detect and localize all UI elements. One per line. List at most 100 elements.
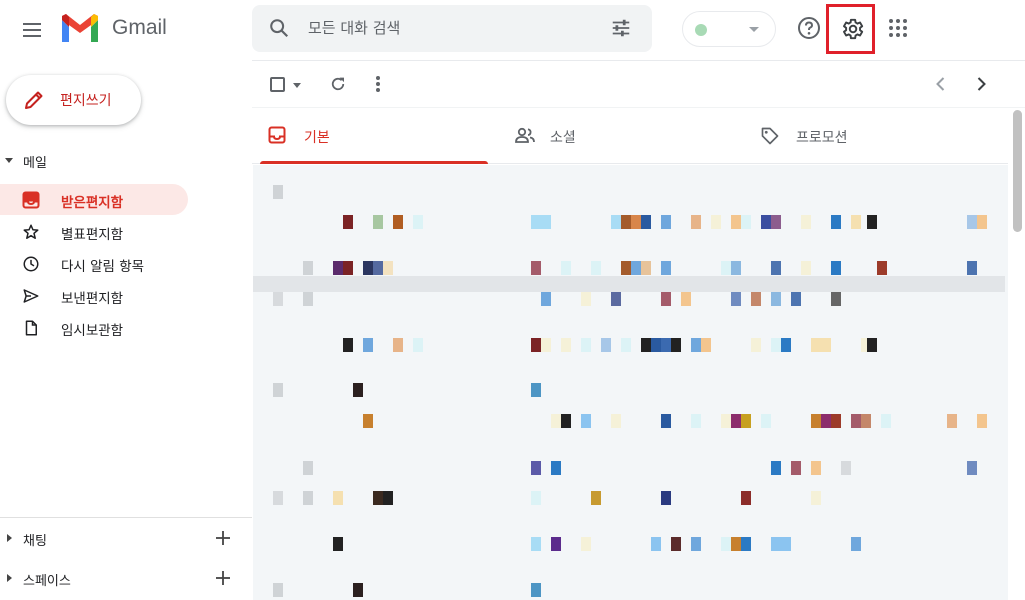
pixel-block (651, 537, 661, 551)
pixel-block (343, 215, 353, 229)
select-all-checkbox[interactable] (270, 77, 285, 92)
pixel-block (611, 292, 621, 306)
pixel-block (751, 292, 761, 306)
chat-section-label: 채팅 (23, 534, 47, 549)
pixel-block (641, 261, 651, 275)
pixel-block (273, 583, 283, 597)
pixel-block (531, 215, 541, 229)
pixel-block (661, 215, 671, 229)
pixel-block (631, 215, 641, 229)
apps-grid-icon[interactable] (886, 16, 910, 40)
sidebar-item-snoozed[interactable]: 다시 알림 항목 (0, 248, 188, 279)
pixel-block (273, 185, 283, 199)
pixel-block (811, 461, 821, 475)
message-list[interactable] (253, 165, 1008, 600)
pixel-block (867, 338, 877, 352)
pixel-block (811, 338, 821, 352)
pixel-block (791, 292, 801, 306)
tag-icon (761, 127, 779, 145)
pixel-block (641, 215, 651, 229)
pixel-block (831, 215, 841, 229)
chevron-left-icon[interactable] (932, 75, 950, 93)
spaces-section-header[interactable]: 스페이스 (0, 562, 252, 592)
sidebar-item-sent[interactable]: 보낸편지함 (0, 280, 188, 311)
pixel-block (531, 261, 541, 275)
pixel-block (531, 537, 541, 551)
pixel-block (967, 261, 977, 275)
pixel-block (531, 583, 541, 597)
pixel-block (551, 414, 561, 428)
list-item[interactable] (253, 276, 1005, 292)
send-icon (23, 289, 39, 303)
search-options-icon[interactable] (610, 17, 632, 39)
search-bar (252, 5, 652, 52)
pixel-block (273, 491, 283, 505)
gear-icon[interactable] (839, 16, 865, 42)
mail-section-header[interactable]: 메일 (0, 148, 252, 174)
pixel-block (751, 338, 761, 352)
pixel-block (701, 338, 711, 352)
chevron-right-icon[interactable] (972, 75, 990, 93)
tab-label: 기본 (304, 130, 330, 146)
pixel-block (661, 491, 671, 505)
pixel-block (977, 414, 987, 428)
hamburger-icon (23, 23, 41, 37)
top-bar: Gmail (0, 0, 1025, 60)
pixel-block (531, 383, 541, 397)
sidebar-item-label: 다시 알림 항목 (61, 259, 145, 275)
draft-icon (25, 320, 37, 336)
tab-promotions[interactable]: 프로모션 (744, 108, 984, 164)
tab-primary[interactable]: 기본 (252, 108, 492, 164)
pixel-block (811, 491, 821, 505)
more-vertical-icon[interactable] (369, 74, 387, 94)
search-input[interactable] (308, 17, 598, 39)
scrollbar[interactable] (1012, 108, 1022, 600)
pixel-block (791, 461, 801, 475)
pixel-block (561, 414, 571, 428)
pixel-block (353, 583, 363, 597)
pixel-block (363, 261, 373, 275)
pixel-block (741, 537, 751, 551)
pixel-block (731, 537, 741, 551)
refresh-icon[interactable] (329, 75, 347, 93)
pixel-block (621, 338, 631, 352)
help-icon[interactable] (796, 15, 822, 41)
pixel-block (801, 261, 811, 275)
pixel-block (821, 414, 831, 428)
status-selector[interactable] (682, 11, 776, 47)
main-menu-button[interactable] (16, 14, 48, 46)
pixel-block (711, 215, 721, 229)
pixel-block (601, 338, 611, 352)
select-options-chevron-icon[interactable] (293, 83, 301, 88)
pixel-block (303, 491, 313, 505)
gmail-logo-icon[interactable] (60, 12, 100, 46)
pixel-block (831, 292, 841, 306)
caret-right-icon (7, 534, 12, 542)
pixel-block (273, 292, 283, 306)
plus-icon[interactable] (214, 569, 232, 587)
pixel-block (661, 261, 671, 275)
sidebar-item-starred[interactable]: 별표편지함 (0, 216, 188, 247)
pixel-block (551, 461, 561, 475)
pixel-block (621, 261, 631, 275)
mail-section-label: 메일 (23, 156, 47, 171)
compose-button[interactable]: 편지쓰기 (6, 75, 141, 125)
sidebar-item-inbox[interactable]: 받은편지함 (0, 184, 188, 215)
pixel-block (771, 261, 781, 275)
pixel-block (393, 338, 403, 352)
chat-section-header[interactable]: 채팅 (0, 522, 252, 552)
tab-social[interactable]: 소셜 (498, 108, 738, 164)
plus-icon[interactable] (214, 529, 232, 547)
search-icon[interactable] (268, 17, 290, 39)
tab-label: 프로모션 (796, 130, 848, 146)
scroll-thumb[interactable] (1013, 110, 1022, 232)
pixel-block (811, 414, 821, 428)
pixel-block (363, 338, 373, 352)
pixel-block (273, 383, 283, 397)
inbox-tab-icon (268, 126, 286, 144)
sidebar-item-label: 받은편지함 (61, 195, 124, 211)
pixel-block (977, 215, 987, 229)
pixel-block (413, 215, 423, 229)
pixel-block (967, 215, 977, 229)
sidebar-item-drafts[interactable]: 임시보관함 (0, 312, 188, 343)
